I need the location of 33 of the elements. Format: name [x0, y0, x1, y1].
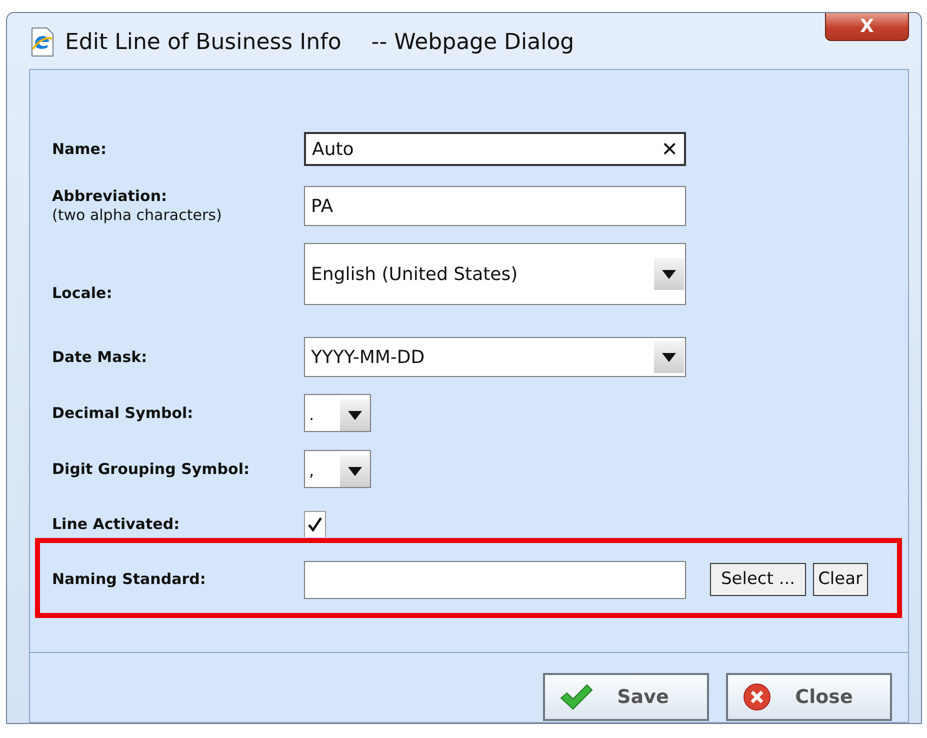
dropdown[interactable]: .	[304, 394, 371, 432]
field-label: Name:	[52, 140, 108, 158]
window-title: Edit Line of Business Info	[65, 28, 342, 56]
field-label: Date Mask:	[52, 348, 148, 366]
browser-icon	[29, 27, 55, 57]
close-button[interactable]: Close	[726, 673, 892, 721]
dropdown[interactable]: YYYY-MM-DD	[304, 337, 686, 377]
field-hint: (two alpha characters)	[52, 206, 223, 225]
save-button[interactable]: Save	[543, 673, 709, 721]
field-label: Abbreviation:	[52, 187, 167, 206]
clear-button[interactable]: Clear	[813, 563, 868, 596]
checkbox[interactable]	[304, 511, 326, 537]
field-label: Decimal Symbol:	[52, 404, 194, 422]
select-button[interactable]: Select ...	[710, 563, 806, 596]
field-label: Digit Grouping Symbol:	[52, 460, 250, 478]
field-label: Locale:	[52, 284, 114, 304]
close-button[interactable]: X	[825, 13, 909, 41]
window-subtitle: -- Webpage Dialog	[371, 28, 574, 56]
checkmark-icon	[559, 684, 593, 710]
field-label: Naming Standard:	[52, 570, 207, 589]
caret-icon	[654, 341, 684, 373]
field-label: Line Activated:	[52, 514, 181, 534]
close-icon	[742, 682, 772, 712]
caret-icon	[340, 399, 370, 431]
caret-icon	[340, 455, 370, 487]
text-field[interactable]	[304, 560, 686, 598]
clear-icon[interactable]: ✕	[661, 139, 678, 159]
checkmark-icon	[307, 516, 323, 532]
caret-icon	[654, 258, 684, 290]
text-field[interactable]: Auto ✕	[304, 132, 686, 166]
dropdown[interactable]: English (United States)	[304, 243, 686, 305]
dropdown[interactable]: ,	[304, 450, 371, 488]
text-field[interactable]: PA	[304, 186, 686, 226]
